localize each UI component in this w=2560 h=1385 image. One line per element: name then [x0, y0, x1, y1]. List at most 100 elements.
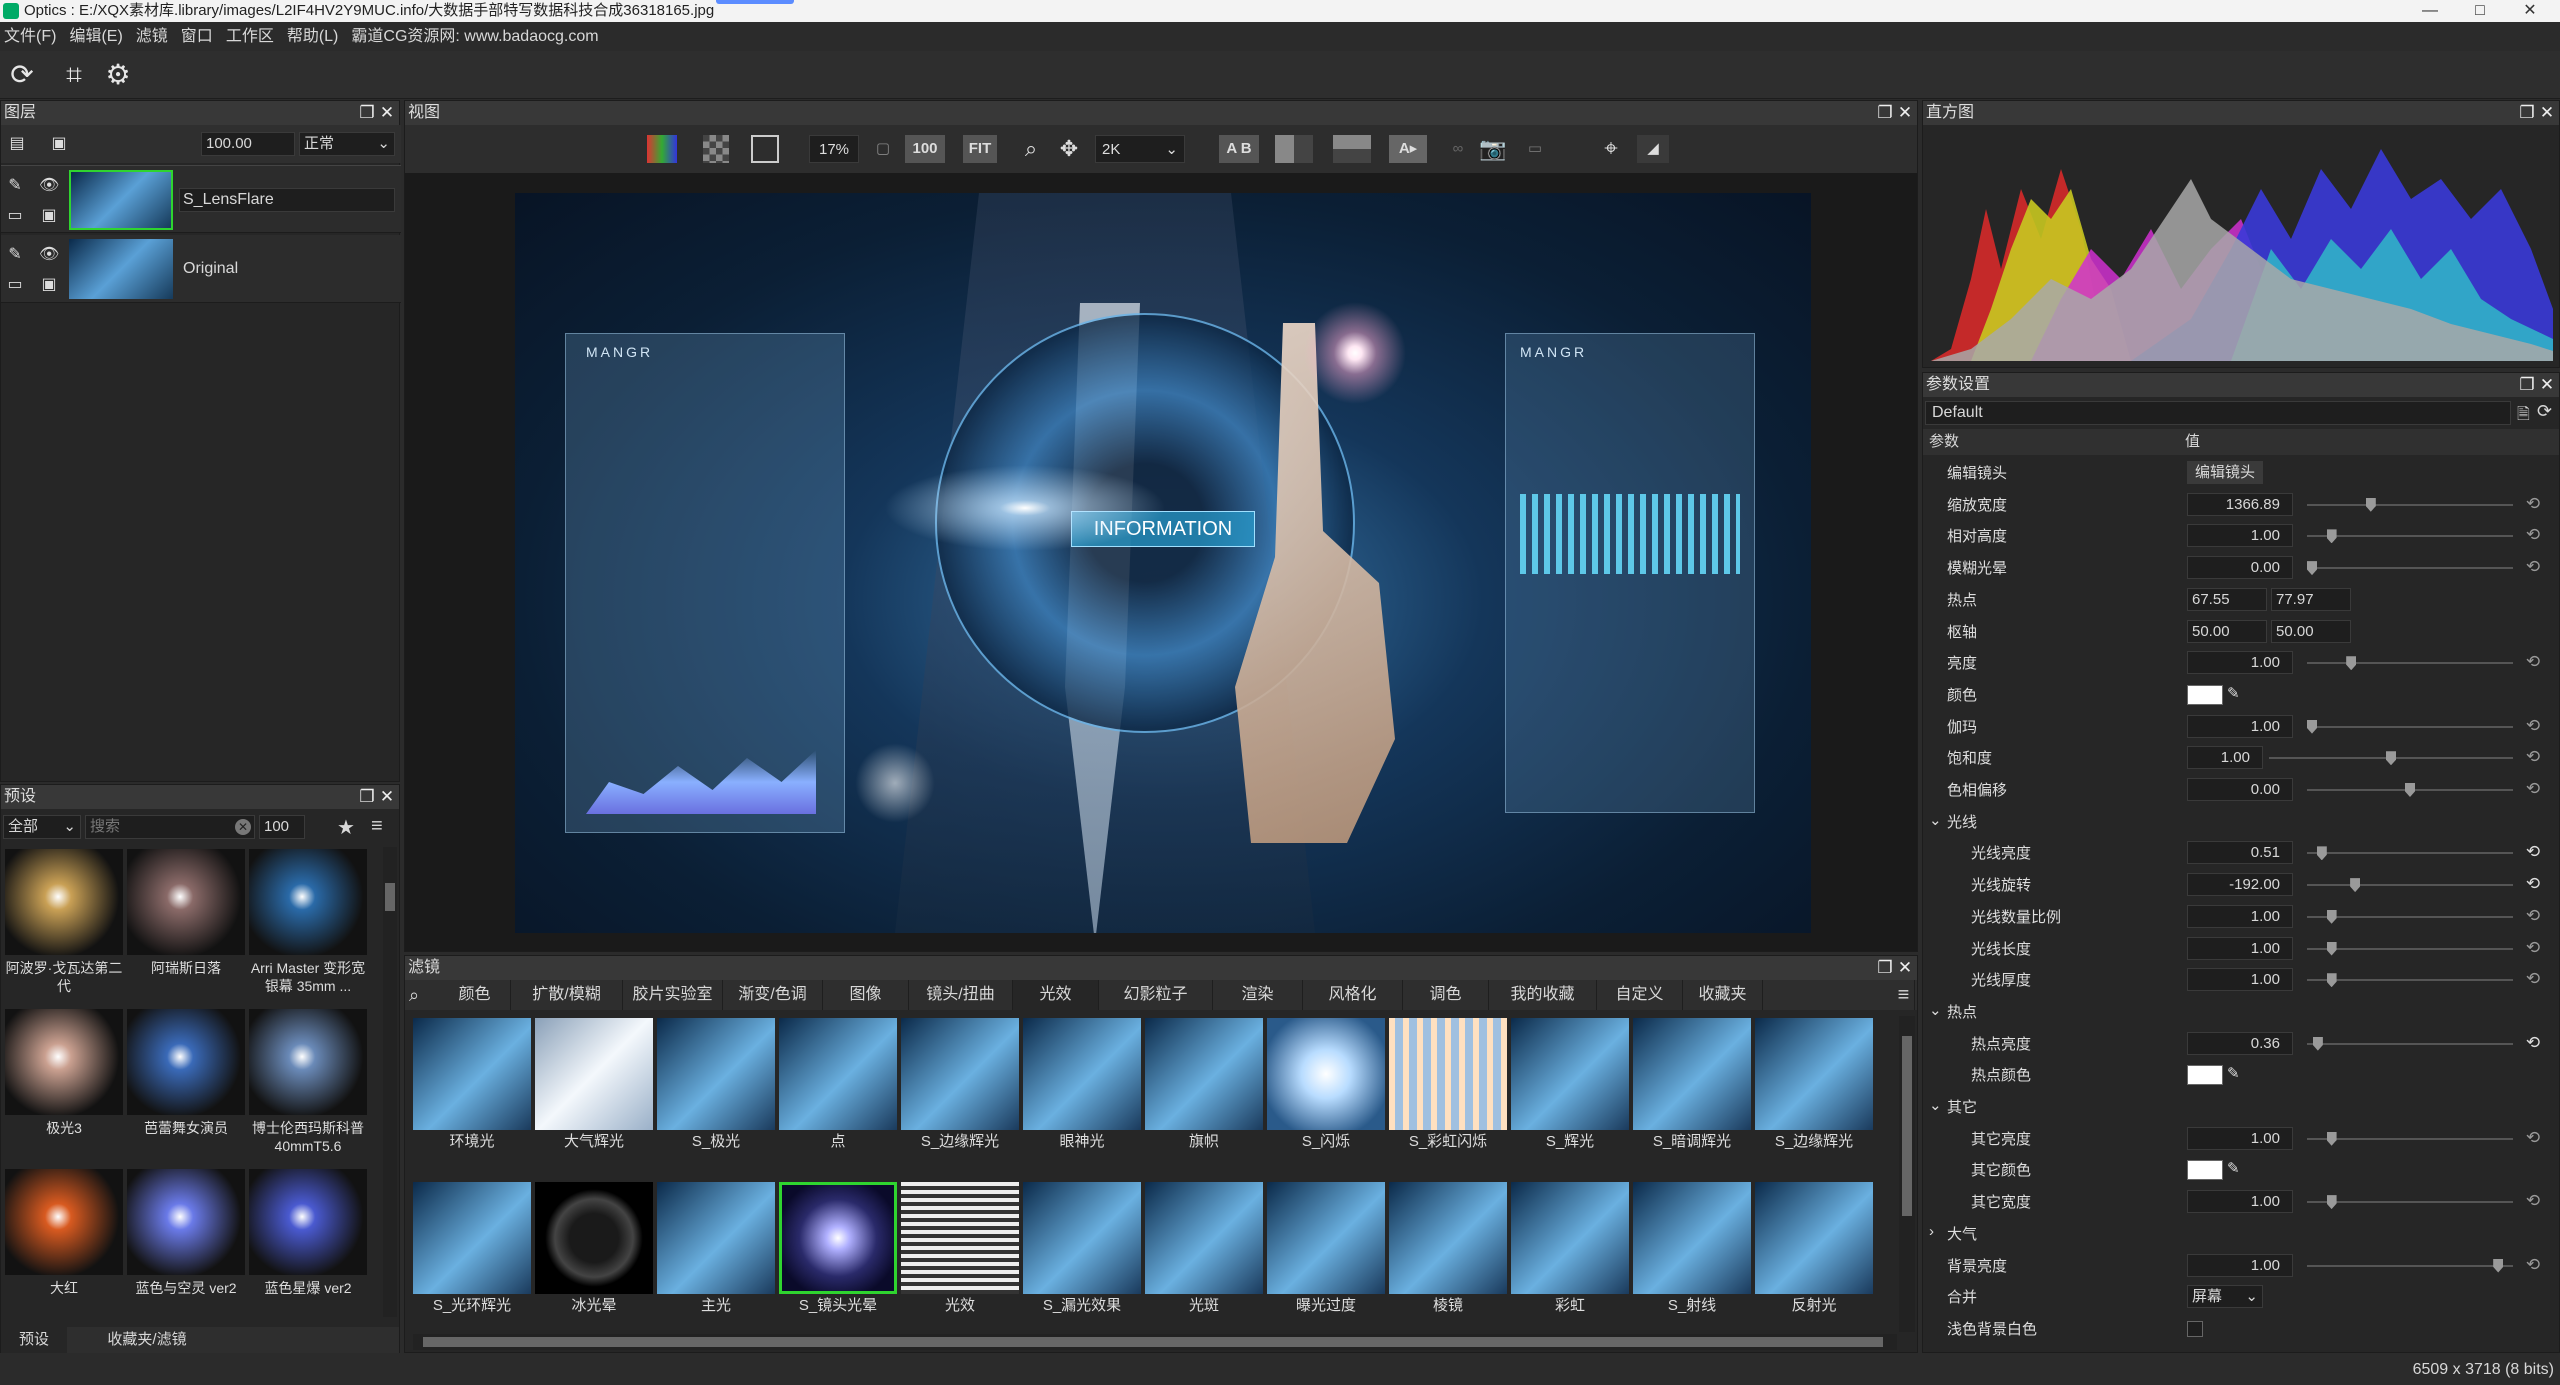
param-value[interactable]: 1.00: [2187, 714, 2293, 738]
chevron-down-icon[interactable]: ⌄: [1929, 1001, 1942, 1019]
param-slider[interactable]: [2307, 1131, 2513, 1146]
tab-favorites[interactable]: 收藏夹/滤镜: [81, 1327, 213, 1353]
eyedropper-icon[interactable]: ✎: [2227, 1064, 2240, 1082]
filter-tab[interactable]: 渲染: [1213, 980, 1303, 1010]
preset-scrollbar[interactable]: [383, 847, 397, 1317]
menu-icon[interactable]: ≡: [371, 815, 383, 838]
reset-icon[interactable]: ⟲: [2523, 747, 2543, 767]
filter-v-scrollbar[interactable]: [1899, 1016, 1915, 1332]
blend-mode-select[interactable]: 正常 ⌄: [299, 132, 395, 156]
slider-knob[interactable]: [2316, 846, 2327, 861]
filter-tab[interactable]: 幻影粒子: [1099, 980, 1213, 1010]
filter-thumbnail[interactable]: [413, 1182, 531, 1294]
filter-thumbnail[interactable]: [1023, 1018, 1141, 1130]
filter-tab[interactable]: 我的收藏: [1489, 980, 1597, 1010]
filter-thumbnail[interactable]: [535, 1018, 653, 1130]
reset-icon[interactable]: ⟲: [2523, 557, 2543, 577]
slider-knob[interactable]: [2493, 1258, 2504, 1273]
menu-icon[interactable]: ≡: [1893, 980, 1915, 1010]
param-value[interactable]: 0.36: [2187, 1031, 2293, 1055]
close-icon[interactable]: ✕: [2537, 373, 2557, 397]
param-slider[interactable]: [2307, 783, 2513, 797]
edit-lens-button[interactable]: 编辑镜头: [2187, 461, 2263, 484]
image-icon[interactable]: [751, 135, 779, 163]
ab-compare-button[interactable]: A B: [1219, 135, 1259, 163]
filter-thumbnail[interactable]: [657, 1182, 775, 1294]
param-value-y[interactable]: 77.97: [2271, 587, 2351, 611]
param-value[interactable]: 1.00: [2187, 1253, 2293, 1277]
float-icon[interactable]: ❐: [357, 785, 377, 809]
filter-tab[interactable]: 图像: [823, 980, 909, 1010]
edit-icon[interactable]: ✎: [5, 245, 25, 265]
filter-thumbnail[interactable]: [657, 1018, 775, 1130]
reset-icon[interactable]: ⟲: [2523, 652, 2543, 672]
slider-knob[interactable]: [2405, 783, 2415, 797]
slider-knob[interactable]: [2326, 973, 2337, 988]
filter-thumbnail[interactable]: [413, 1018, 531, 1130]
filter-tab[interactable]: 风格化: [1303, 980, 1403, 1010]
preset-thumbnail[interactable]: [5, 1169, 123, 1275]
filter-thumbnail[interactable]: [1511, 1018, 1629, 1130]
param-value[interactable]: 0.00: [2187, 556, 2293, 580]
filter-thumbnail[interactable]: [779, 1018, 897, 1130]
layer-name[interactable]: S_LensFlare: [179, 188, 395, 212]
zoom-icon[interactable]: ⌕: [1017, 135, 1045, 163]
split-horizontal-icon[interactable]: [1333, 135, 1371, 163]
param-value[interactable]: 1.00: [2187, 936, 2293, 960]
close-button[interactable]: ✕: [2500, 0, 2560, 22]
eye-icon[interactable]: 👁: [39, 176, 59, 196]
resolution-select[interactable]: 2K ⌄: [1095, 135, 1185, 163]
param-value[interactable]: 1.00: [2187, 524, 2293, 548]
slider-knob[interactable]: [2326, 1131, 2337, 1146]
reset-icon[interactable]: ⟲: [2523, 938, 2543, 958]
reset-icon[interactable]: ⟲: [2523, 494, 2543, 514]
param-value[interactable]: 0.00: [2187, 778, 2293, 801]
param-value-x[interactable]: 67.55: [2187, 587, 2267, 611]
loop-icon[interactable]: ∞: [1445, 135, 1471, 163]
param-slider[interactable]: [2307, 1036, 2513, 1051]
param-slider[interactable]: [2307, 909, 2513, 924]
float-icon[interactable]: ❐: [2517, 101, 2537, 125]
close-icon[interactable]: ✕: [377, 785, 397, 809]
color-swatch[interactable]: [2187, 684, 2223, 705]
reset-icon[interactable]: ⟲: [2523, 874, 2543, 894]
chevron-right-icon[interactable]: ›: [1929, 1223, 1934, 1240]
param-slider[interactable]: [2307, 973, 2513, 988]
filter-thumbnail[interactable]: [1023, 1182, 1141, 1294]
filter-tab[interactable]: 扩散/模糊: [511, 980, 623, 1010]
close-icon[interactable]: ✕: [2537, 101, 2557, 125]
filter-tab[interactable]: 颜色: [439, 980, 511, 1010]
canvas-area[interactable]: MANGR MANGR INFORMATION: [405, 173, 1917, 951]
reset-icon[interactable]: ⟲: [2523, 906, 2543, 926]
preset-name-field[interactable]: Default: [1925, 401, 2511, 425]
close-icon[interactable]: ✕: [1895, 101, 1915, 125]
menu-edit[interactable]: 编辑(E): [69, 28, 122, 45]
preset-size-field[interactable]: 100: [259, 815, 305, 839]
filter-thumbnail[interactable]: [1389, 1182, 1507, 1294]
eyedropper-icon[interactable]: ✎: [2227, 684, 2240, 702]
color-swatch[interactable]: [2187, 1160, 2223, 1181]
slider-knob[interactable]: [2307, 719, 2317, 734]
eye-icon[interactable]: 👁: [39, 245, 59, 265]
slider-knob[interactable]: [2350, 878, 2361, 893]
filter-tab[interactable]: 渐变/色调: [723, 980, 823, 1010]
zoom-field[interactable]: 17%: [809, 135, 859, 163]
filter-h-scrollbar[interactable]: [413, 1334, 1897, 1350]
param-value[interactable]: 1366.89: [2187, 492, 2293, 516]
preset-thumbnail[interactable]: [127, 1169, 245, 1275]
slider-knob[interactable]: [2307, 561, 2317, 576]
param-slider[interactable]: [2307, 561, 2513, 576]
crosshair-icon[interactable]: ⌖: [1595, 135, 1627, 163]
menu-site[interactable]: 霸道CG资源网: www.badaocg.com: [351, 28, 598, 45]
reset-icon[interactable]: ⟲: [2523, 716, 2543, 736]
param-slider[interactable]: [2307, 497, 2513, 512]
param-value-x[interactable]: 50.00: [2187, 619, 2267, 643]
scrollbar-thumb[interactable]: [385, 883, 395, 911]
param-slider[interactable]: [2307, 846, 2513, 861]
reset-icon[interactable]: ⟲: [2523, 842, 2543, 862]
param-value[interactable]: 1.00: [2187, 968, 2293, 992]
rgb-channels-icon[interactable]: [647, 135, 677, 163]
preset-category-select[interactable]: 全部 ⌄: [3, 815, 81, 839]
filter-thumbnail[interactable]: [1755, 1018, 1873, 1130]
slider-knob[interactable]: [2365, 497, 2376, 512]
